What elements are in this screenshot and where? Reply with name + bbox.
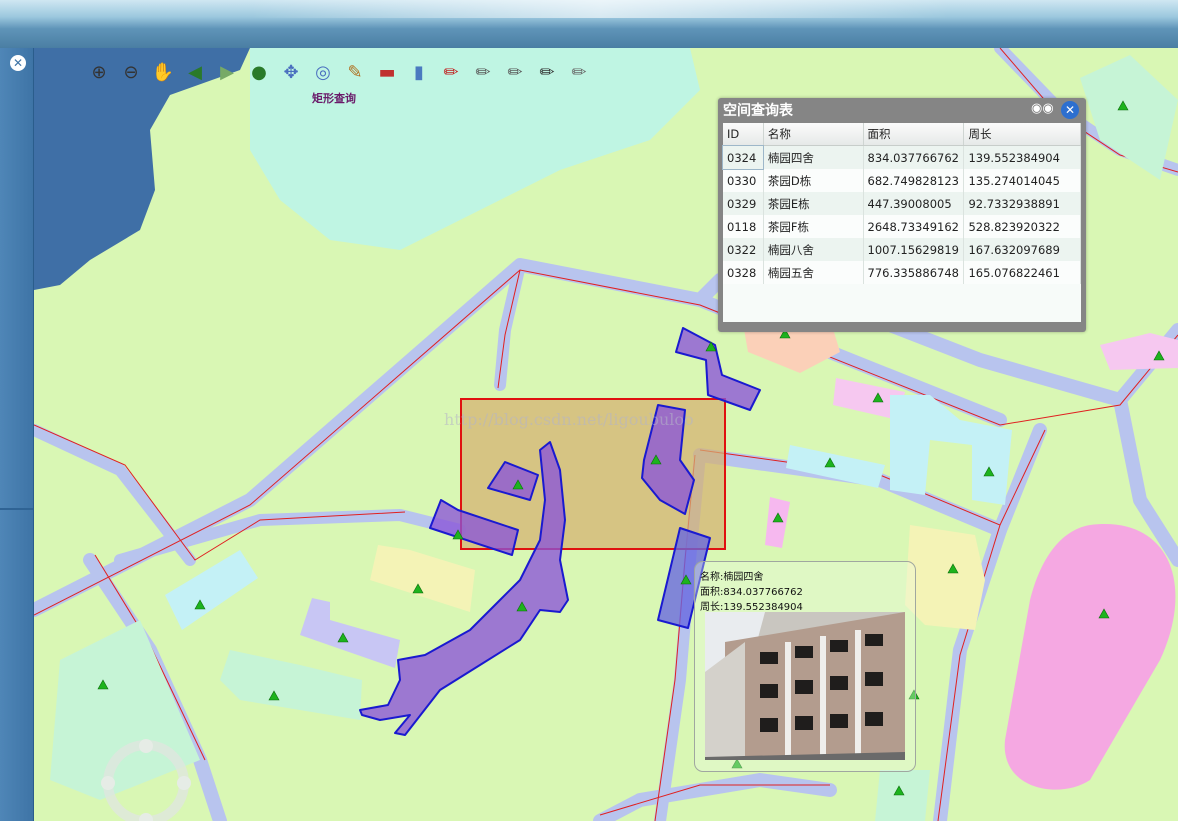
- panel-close-icon[interactable]: ✕: [10, 55, 26, 71]
- panel-title: 空间查询表: [723, 103, 793, 119]
- cell-name: 楠园八舍: [763, 238, 864, 261]
- move-arrows-icon[interactable]: ✥: [278, 60, 304, 86]
- table-row[interactable]: 0322 楠园八舍 1007.15629819 167.632097689: [723, 238, 1081, 261]
- globe-forward-icon[interactable]: ▶: [214, 60, 240, 86]
- cell-area: 682.749828123: [863, 169, 965, 192]
- pan-down-button: [139, 813, 153, 821]
- building-pink-3: [1100, 333, 1178, 370]
- result-table-container[interactable]: ID 名称 面积 周长 0324 楠园四舍 834.037766762 139.552…: [721, 123, 1081, 322]
- building-cyan-3: [165, 550, 258, 630]
- pan-hand-icon[interactable]: ✋: [150, 60, 176, 86]
- draw-freehand-icon[interactable]: ✏: [566, 60, 592, 86]
- cell-name: 茶园F栋: [763, 215, 864, 238]
- building-photo: [705, 612, 905, 760]
- pan-up-button: [139, 739, 153, 753]
- left-panel-divider: [0, 508, 33, 510]
- pan-left-button: [101, 776, 115, 790]
- rect-query-icon[interactable]: ◎: [310, 60, 336, 86]
- navigation-control[interactable]: [96, 738, 196, 821]
- cell-id: 0330: [723, 169, 764, 192]
- table-header-row: ID 名称 面积 周长: [723, 123, 1081, 146]
- close-icon[interactable]: ✕: [1061, 101, 1079, 119]
- owl-help-icon[interactable]: ◉◉: [1031, 101, 1054, 117]
- watermark: http://blog.csdn.net/ligoubuloo: [444, 410, 694, 429]
- cell-perimeter: 528.823920322: [963, 215, 1081, 238]
- building-pink-2: [765, 497, 790, 548]
- full-extent-globe-icon[interactable]: ●: [246, 60, 272, 86]
- building-mint-4: [875, 770, 930, 821]
- building-mint-1: [220, 650, 362, 720]
- spatial-query-panel[interactable]: 空间查询表 ◉◉ ✕ ID 名称 面积 周长 0324 楠园四舍 834.03776…: [718, 98, 1086, 332]
- map-toolbar: ⊕ ⊖ ✋ ◀ ▶ ● ✥ ◎ ✎ ▬ ▮ ✏ ✏ ✏ ✏ ✏: [86, 60, 592, 86]
- cell-name: 茶园D栋: [763, 169, 864, 192]
- building-lavender: [300, 598, 400, 668]
- popup-perimeter: 周长:139.552384904: [700, 602, 803, 613]
- cell-perimeter: 92.7332938891: [963, 192, 1081, 215]
- clear-graphics-icon[interactable]: ▬: [374, 60, 400, 86]
- column-header-area[interactable]: 面积: [863, 123, 965, 146]
- draw-line-icon[interactable]: ✏: [470, 60, 496, 86]
- boundary-7: [34, 424, 406, 561]
- column-header-id[interactable]: ID: [723, 123, 764, 146]
- trash-icon[interactable]: ▮: [406, 60, 432, 86]
- left-side-panel[interactable]: [0, 48, 34, 821]
- cell-id: 0322: [723, 238, 764, 261]
- cell-name: 茶园E栋: [763, 192, 864, 215]
- road-bottom: [593, 773, 837, 821]
- feature-info-popup[interactable]: 名称:楠园四舍 面积:834.037766762 周长:139.55238490…: [694, 561, 916, 772]
- cell-id: 0118: [723, 215, 764, 238]
- active-tool-label: 矩形查询: [312, 92, 356, 105]
- cell-area: 1007.15629819: [863, 238, 965, 261]
- track-field: [1004, 524, 1176, 790]
- table-row[interactable]: 0118 茶园F栋 2648.73349162 528.823920322: [723, 215, 1081, 238]
- banner-highlight: [250, 0, 950, 18]
- cell-name: 楠园四舍: [763, 145, 864, 169]
- column-header-perimeter[interactable]: 周长: [963, 123, 1081, 146]
- measure-icon[interactable]: ✎: [342, 60, 368, 86]
- building-yellow-2: [905, 525, 985, 630]
- pan-ring: [103, 740, 189, 821]
- draw-rectangle-icon[interactable]: ✏: [534, 60, 560, 86]
- cell-area: 834.037766762: [863, 145, 965, 169]
- zoom-in-icon[interactable]: ⊕: [86, 60, 112, 86]
- popup-name: 名称:楠园四舍: [700, 572, 764, 583]
- cell-id: 0329: [723, 192, 764, 215]
- cell-perimeter: 139.552384904: [963, 145, 1081, 169]
- zoom-out-icon[interactable]: ⊖: [118, 60, 144, 86]
- table-row[interactable]: 0328 楠园五舍 776.335886748 165.076822461: [723, 261, 1081, 284]
- table-row[interactable]: 0329 茶园E栋 447.39008005 92.7332938891: [723, 192, 1081, 215]
- cell-perimeter: 167.632097689: [963, 238, 1081, 261]
- building-yellow-1: [370, 545, 475, 612]
- building-cyan-2: [786, 445, 885, 488]
- result-table-body: 0324 楠园四舍 834.037766762 139.552384904 0330 茶园…: [721, 144, 1081, 284]
- cell-perimeter: 165.076822461: [963, 261, 1081, 284]
- cell-name: 楠园五舍: [763, 261, 864, 284]
- table-row[interactable]: 0330 茶园D栋 682.749828123 135.274014045: [723, 169, 1081, 192]
- cell-area: 447.39008005: [863, 192, 965, 215]
- building-mint-2: [1080, 55, 1178, 180]
- popup-area: 面积:834.037766762: [700, 587, 803, 598]
- cell-area: 776.335886748: [863, 261, 965, 284]
- cell-id: 0324: [721, 144, 765, 170]
- cell-perimeter: 135.274014045: [963, 169, 1081, 192]
- draw-point-icon[interactable]: ✏: [438, 60, 464, 86]
- cell-id: 0328: [723, 261, 764, 284]
- pan-right-button: [177, 776, 191, 790]
- draw-polyline-icon[interactable]: ✏: [502, 60, 528, 86]
- column-header-name[interactable]: 名称: [763, 123, 864, 146]
- table-row[interactable]: 0324 楠园四舍 834.037766762 139.552384904: [721, 144, 1081, 170]
- top-banner: [0, 0, 1178, 48]
- result-table: ID 名称 面积 周长 0324 楠园四舍 834.037766762 139.552…: [721, 123, 1081, 284]
- globe-back-icon[interactable]: ◀: [182, 60, 208, 86]
- cell-area: 2648.73349162: [863, 215, 965, 238]
